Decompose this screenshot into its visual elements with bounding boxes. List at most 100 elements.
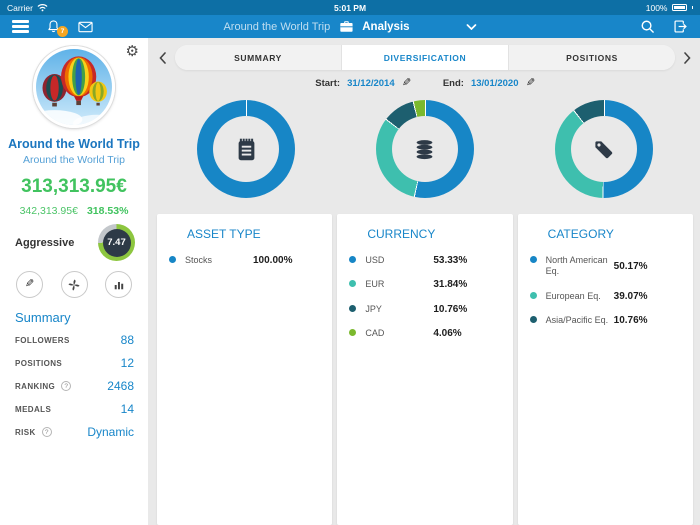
battery-percent: 100% [646, 3, 668, 13]
legend-label: CAD [365, 328, 429, 339]
stat-label: RANKING [15, 382, 55, 391]
legend-value: 31.84% [433, 279, 467, 290]
legend-bullet-icon [530, 316, 537, 323]
nav-portfolio-title: Around the World Trip [223, 21, 330, 33]
stat-label: POSITIONS [15, 359, 62, 368]
edit-start-date-icon[interactable]: ✎ [402, 78, 411, 89]
tabs-next-icon[interactable] [682, 52, 693, 64]
legend-bullet-icon [530, 292, 537, 299]
card-currency: CURRENCY USD 53.33% EUR 31.84% JPY 10.76% CAD 4.… [337, 214, 512, 525]
tab-summary[interactable]: SUMMARY [175, 45, 341, 70]
tab-positions[interactable]: POSITIONS [508, 45, 675, 70]
card-title: CURRENCY [367, 227, 500, 241]
export-icon[interactable] [673, 19, 688, 34]
portfolio-performance: 318.53% [87, 205, 128, 217]
edit-button[interactable]: ✎ [16, 271, 43, 298]
legend-bullet-icon [349, 280, 356, 287]
chart-button[interactable] [105, 271, 132, 298]
tab-diversification[interactable]: DIVERSIFICATION [341, 45, 508, 70]
legend-value: 10.76% [433, 304, 467, 315]
bar-chart-icon [113, 279, 125, 291]
legend-label: Stocks [185, 255, 249, 266]
stat-label: RISK [15, 428, 36, 437]
legend-row-asia-pacific-eq: Asia/Pacific Eq. 10.76% [530, 315, 681, 326]
stat-label: MEDALS [15, 405, 51, 414]
legend-label: EUR [365, 279, 429, 290]
card-category: CATEGORY North American Eq.50.17% European… [518, 214, 693, 525]
stat-value: 14 [121, 402, 134, 416]
stat-row-followers: FOLLOWERS 88 [0, 333, 148, 347]
stat-value: 2468 [107, 379, 134, 393]
summary-title: Summary [0, 310, 148, 325]
stat-row-positions: POSITIONS 12 [0, 356, 148, 370]
status-bar: Carrier 5:01 PM 100% [0, 0, 700, 15]
summary-stats: FOLLOWERS 88 POSITIONS 12 RANKING? 2468 MEDALS… [0, 333, 148, 439]
legend-label: USD [365, 255, 429, 266]
pdf-report-button[interactable] [61, 271, 88, 298]
card-asset-type: ASSET TYPE Stocks 100.00% [157, 214, 332, 525]
portfolio-sidebar: ⚙ Around the World Trip Around the World… [0, 38, 148, 525]
analysis-main: SUMMARYDIVERSIFICATIONPOSITIONS Start: 3… [148, 38, 700, 525]
pdf-icon [67, 278, 81, 292]
legend-row-usd: USD 53.33% [349, 255, 500, 266]
stat-row-medals: MEDALS 14 [0, 402, 148, 416]
legend-value: 100.00% [253, 255, 292, 266]
carrier-label: Carrier [7, 3, 33, 13]
messages-icon[interactable] [78, 21, 93, 33]
donut-charts-row [157, 100, 693, 198]
edit-end-date-icon[interactable]: ✎ [526, 78, 535, 89]
legend-label: JPY [365, 304, 429, 315]
legend-value: 4.06% [433, 328, 461, 339]
gear-icon[interactable]: ⚙ [126, 44, 139, 59]
score-gauge: 7.47 [98, 224, 135, 261]
notification-badge: 7 [57, 26, 68, 37]
donut-asset-type [197, 100, 295, 198]
legend-value: 10.76% [614, 315, 648, 326]
legend-bullet-icon [349, 329, 356, 336]
pencil-icon: ✎ [25, 279, 34, 290]
legend-bullet-icon [349, 256, 356, 263]
risk-profile-label: Aggressive [15, 237, 74, 249]
legend-row-jpy: JPY 10.76% [349, 304, 500, 315]
nav-bar: 7 Around the World Trip Analysis [0, 15, 700, 38]
tabs-prev-icon[interactable] [157, 52, 168, 64]
stat-label: FOLLOWERS [15, 336, 70, 345]
app-screen: Carrier 5:01 PM 100% 7 Around the World … [0, 0, 700, 525]
legend-label: European Eq. [546, 291, 610, 302]
portfolio-secondary-value: 342,313.95€ [20, 205, 78, 217]
battery-icon [672, 4, 687, 11]
view-selector[interactable]: Analysis [362, 21, 409, 33]
database-icon [392, 116, 458, 182]
legend-value: 53.33% [433, 255, 467, 266]
legend-bullet-icon [169, 256, 176, 263]
legend-label: North American Eq. [546, 255, 610, 278]
card-title: CATEGORY [548, 227, 681, 241]
hot-air-balloons-image [36, 49, 112, 125]
legend-value: 39.07% [614, 291, 648, 302]
portfolio-avatar[interactable] [33, 46, 115, 128]
chevron-down-icon[interactable] [467, 24, 477, 30]
legend-bullet-icon [349, 305, 356, 312]
legend-row-stocks: Stocks 100.00% [169, 255, 320, 266]
portfolio-total-value: 313,313.95€ [0, 176, 148, 198]
legend-row-eur: EUR 31.84% [349, 279, 500, 290]
card-title: ASSET TYPE [187, 227, 320, 241]
help-icon[interactable]: ? [42, 427, 52, 437]
stat-value: 12 [121, 356, 134, 370]
notifications-button[interactable]: 7 [46, 19, 61, 34]
end-date-value[interactable]: 13/01/2020 [471, 78, 519, 89]
search-icon[interactable] [640, 19, 655, 34]
date-range-row: Start: 31/12/2014 ✎ End: 13/01/2020 ✎ [157, 78, 693, 89]
start-date-value[interactable]: 31/12/2014 [347, 78, 395, 89]
legend-row-european-eq: European Eq. 39.07% [530, 291, 681, 302]
start-date-label: Start: [315, 78, 340, 89]
stat-row-risk: RISK?Dynamic [0, 425, 148, 439]
stat-value: 88 [121, 333, 134, 347]
menu-icon[interactable] [12, 20, 29, 33]
legend-label: Asia/Pacific Eq. [546, 315, 610, 326]
clock: 5:01 PM [334, 3, 366, 13]
donut-category [555, 100, 653, 198]
help-icon[interactable]: ? [61, 381, 71, 391]
portfolio-subtitle: Around the World Trip [0, 154, 148, 166]
legend-row-north-american-eq: North American Eq.50.17% [530, 255, 681, 278]
